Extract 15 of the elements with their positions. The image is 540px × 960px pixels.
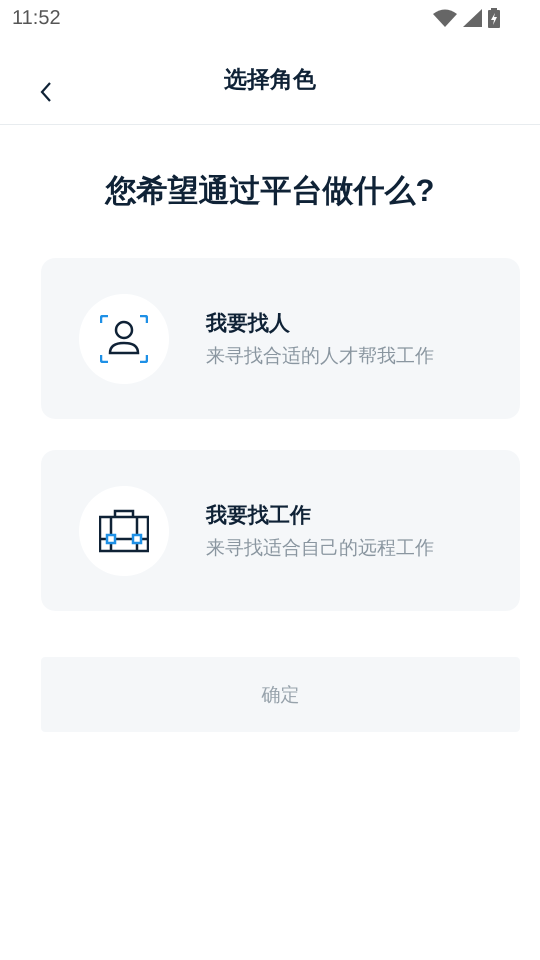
option-title: 我要找人 bbox=[206, 310, 291, 336]
role-option-card[interactable]: 我要找工作 来寻找适合自己的远程工作 bbox=[41, 450, 520, 611]
page-title: 选择角色 bbox=[224, 65, 316, 94]
option-description: 来寻找适合自己的远程工作 bbox=[206, 536, 434, 560]
briefcase-icon bbox=[99, 508, 149, 552]
wifi-icon bbox=[433, 9, 457, 27]
question-heading: 您希望通过平台做什么? bbox=[104, 172, 436, 210]
option-title: 我要找工作 bbox=[206, 502, 312, 528]
person-icon bbox=[100, 314, 148, 362]
signal-icon bbox=[463, 9, 482, 27]
role-option-card[interactable]: 我要找人 来寻找合适的人才帮我工作 bbox=[41, 258, 520, 419]
battery-icon bbox=[488, 8, 500, 28]
status-time: 11:52 bbox=[12, 6, 61, 30]
back-icon bbox=[40, 82, 52, 102]
option-description: 来寻找合适的人才帮我工作 bbox=[206, 344, 434, 368]
